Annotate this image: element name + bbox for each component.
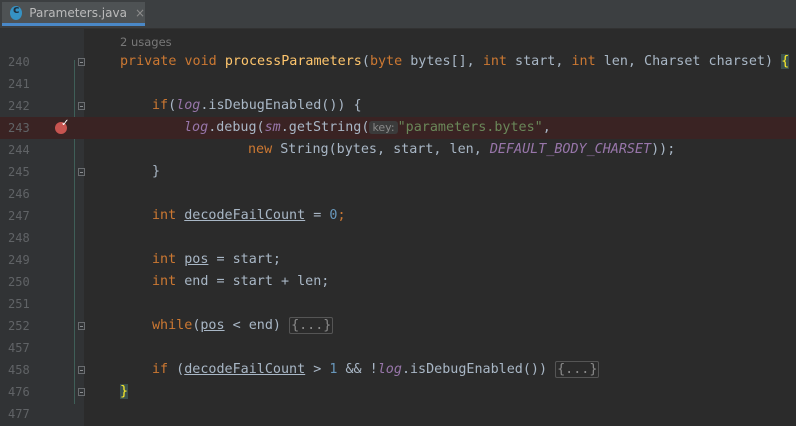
line-number: 251 — [8, 297, 30, 311]
line-number: 250 — [8, 275, 30, 289]
code-line[interactable]: 240 private void processParameters(byte … — [0, 51, 796, 73]
code-line[interactable]: 250 int end = start + len; — [0, 271, 796, 293]
code-text: } — [120, 384, 129, 399]
code-text: if(log.isDebugEnabled()) { — [152, 98, 362, 113]
code-line-breakpoint[interactable]: 243 log.debug(sm.getString(key:"paramete… — [0, 117, 796, 139]
code-line[interactable]: 457 — [0, 337, 796, 359]
code-line[interactable]: 458 if (decodeFailCount > 1 && !log.isDe… — [0, 359, 796, 381]
fold-icon[interactable] — [78, 58, 85, 66]
usages-hint[interactable]: 2 usages — [120, 35, 172, 49]
code-text: int decodeFailCount = 0; — [152, 208, 346, 223]
code-line[interactable]: 246 — [0, 183, 796, 205]
fold-icon[interactable] — [78, 168, 85, 176]
code-text: new String(bytes, start, len, DEFAULT_BO… — [248, 142, 676, 157]
code-line[interactable]: 245 } — [0, 161, 796, 183]
fold-icon[interactable] — [78, 388, 85, 396]
line-number: 248 — [8, 231, 30, 245]
code-line[interactable]: 248 — [0, 227, 796, 249]
code-text: log.debug(sm.getString(key: "parameters.b… — [184, 120, 551, 135]
collapsed-block[interactable]: {...} — [289, 317, 334, 334]
line-number: 252 — [8, 319, 30, 333]
line-number: 247 — [8, 209, 30, 223]
line-number: 241 — [8, 77, 30, 91]
fold-icon[interactable] — [78, 322, 85, 330]
line-number: 243 — [8, 121, 30, 135]
tab-parameters-java[interactable]: Parameters.java × — [2, 2, 145, 26]
code-text: } — [152, 164, 161, 179]
code-line[interactable]: 251 — [0, 293, 796, 315]
line-number: 249 — [8, 253, 30, 267]
line-number: 246 — [8, 187, 30, 201]
parameter-hint: key: — [369, 121, 398, 134]
code-line[interactable]: 244 new String(bytes, start, len, DEFAUL… — [0, 139, 796, 161]
code-text: private void processParameters(byte byte… — [120, 54, 790, 69]
fold-icon[interactable] — [78, 102, 85, 110]
code-line[interactable]: 477 — [0, 403, 796, 425]
close-icon[interactable]: × — [135, 6, 145, 20]
code-line[interactable]: 242 if(log.isDebugEnabled()) { — [0, 95, 796, 117]
code-text: if (decodeFailCount > 1 && !log.isDebugE… — [152, 361, 600, 378]
fold-icon[interactable] — [78, 366, 85, 374]
breakpoint-icon[interactable] — [55, 118, 69, 134]
code-text: while(pos < end) {...} — [152, 317, 334, 334]
line-number: 240 — [8, 55, 30, 69]
line-number: 244 — [8, 143, 30, 157]
code-line[interactable]: 241 — [0, 73, 796, 95]
code-text: int end = start + len; — [152, 274, 330, 289]
line-number: 245 — [8, 165, 30, 179]
line-number: 242 — [8, 99, 30, 113]
usages-row: 2 usages — [0, 30, 796, 52]
line-number: 477 — [8, 407, 30, 421]
code-line[interactable]: 247 int decodeFailCount = 0; — [0, 205, 796, 227]
java-class-icon — [10, 3, 23, 20]
code-text: int pos = start; — [152, 252, 281, 267]
code-line[interactable]: 249 int pos = start; — [0, 249, 796, 271]
collapsed-block[interactable]: {...} — [555, 361, 600, 378]
line-number: 458 — [8, 363, 30, 377]
editor-tab-bar: Parameters.java × — [0, 0, 796, 29]
line-number: 476 — [8, 385, 30, 399]
code-line[interactable]: 252 while(pos < end) {...} — [0, 315, 796, 337]
tab-title: Parameters.java — [29, 5, 127, 20]
line-number: 457 — [8, 341, 30, 355]
code-line[interactable]: 476 } — [0, 381, 796, 403]
